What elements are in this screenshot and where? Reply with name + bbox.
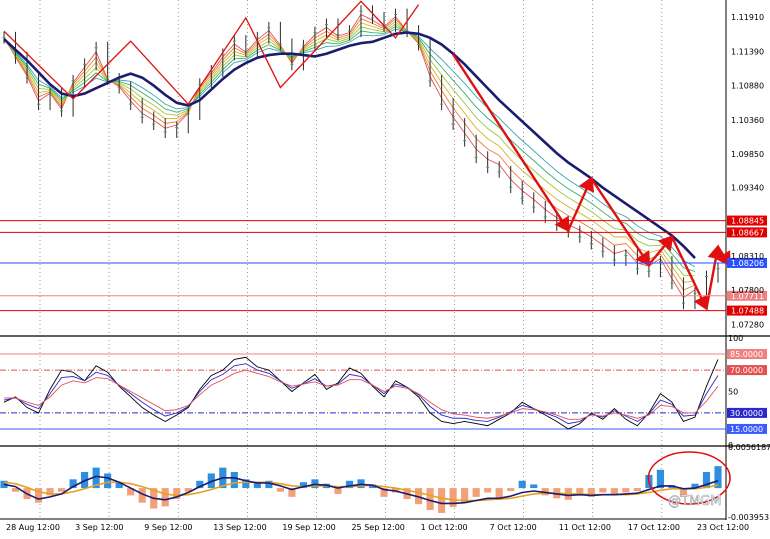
histogram-bar: [576, 488, 584, 494]
watermark-text: @TMGM: [668, 494, 721, 509]
x-tick-label: 9 Sep 12:00: [144, 523, 192, 532]
price-level-value: 1.08845: [731, 217, 764, 226]
osc-level-value: 85.0000: [730, 350, 763, 359]
histogram-bar: [633, 488, 641, 492]
trend-arrow: [705, 244, 725, 309]
x-tick-label: 25 Sep 12:00: [351, 523, 404, 532]
price-tick-label: 1.09850: [731, 150, 764, 159]
trend-arrow: [567, 176, 595, 231]
histogram-bar: [599, 488, 607, 493]
histogram-bar: [161, 488, 169, 507]
price-level-value: 1.08667: [731, 228, 764, 237]
histogram-bar: [518, 480, 526, 489]
price-panel[interactable]: 1.088451.086671.082061.077111.07488: [0, 0, 767, 316]
x-tick-label: 23 Oct 12:00: [697, 523, 749, 532]
histogram-panel[interactable]: [0, 451, 731, 513]
price-tick-label: 1.10360: [731, 116, 764, 125]
hist-tick-label: 0.0056187: [728, 443, 770, 452]
x-tick-label: 1 Oct 12:00: [421, 523, 468, 532]
osc-tick-label: 100: [728, 334, 743, 343]
price-tick-label: 1.08310: [731, 252, 764, 261]
histogram-bar: [104, 473, 112, 489]
price-tick-label: 1.07280: [731, 320, 764, 329]
osc-level-value: 15.0000: [730, 425, 763, 434]
trend-arrow: [452, 53, 570, 233]
trend-arrow: [670, 236, 709, 311]
osc-tick-label: 50: [728, 388, 738, 397]
price-tick-label: 1.11390: [731, 48, 764, 57]
x-tick-label: 7 Oct 12:00: [490, 523, 537, 532]
histogram-bar: [449, 488, 457, 508]
watermark: @TMGM: [668, 494, 722, 510]
price-tick-label: 1.09340: [731, 184, 764, 193]
histogram-bar: [276, 488, 284, 492]
histogram-bar: [334, 488, 342, 494]
trading-chart-window: 1.08845 1.08667 1.08206 1.07711 1.07488 85.0…: [0, 0, 770, 535]
histogram-bar: [472, 488, 480, 497]
x-tick-label: 17 Oct 12:00: [628, 523, 680, 532]
oscillator-panel[interactable]: 85.0000 70.0000 30.0000 15.0000: [0, 349, 767, 434]
histogram-bar: [714, 466, 722, 489]
oscillator-line: [3, 363, 719, 425]
axis-labels: 28 Aug 12:00 3 Sep 12:00 9 Sep 12:00 13 Sep…: [6, 13, 770, 532]
x-tick-label: 13 Sep 12:00: [213, 523, 266, 532]
price-tick-label: 1.11910: [731, 13, 764, 22]
chart-canvas[interactable]: 1.088451.086671.082061.077111.07488 85.0…: [0, 0, 770, 535]
histogram-bar: [58, 488, 66, 492]
x-tick-label: 19 Sep 12:00: [282, 523, 335, 532]
price-tick-label: 1.07800: [731, 286, 764, 295]
x-tick-label: 3 Sep 12:00: [75, 523, 123, 532]
price-tick-label: 1.10880: [731, 82, 764, 91]
osc-level-value: 30.0000: [730, 409, 763, 418]
histogram-bar: [230, 472, 238, 489]
histogram-bar: [530, 484, 538, 489]
osc-level-value: 70.0000: [730, 366, 763, 375]
histogram-bar: [484, 488, 492, 493]
hist-tick-label: -0.003953: [728, 513, 769, 522]
histogram-bar: [438, 488, 446, 513]
x-tick-label: 11 Oct 12:00: [559, 523, 611, 532]
price-level-value: 1.07488: [731, 307, 764, 316]
x-tick-label: 28 Aug 12:00: [6, 523, 60, 532]
histogram-bar: [507, 488, 515, 492]
histogram-bar: [622, 488, 630, 493]
oscillator-line: [3, 356, 719, 430]
